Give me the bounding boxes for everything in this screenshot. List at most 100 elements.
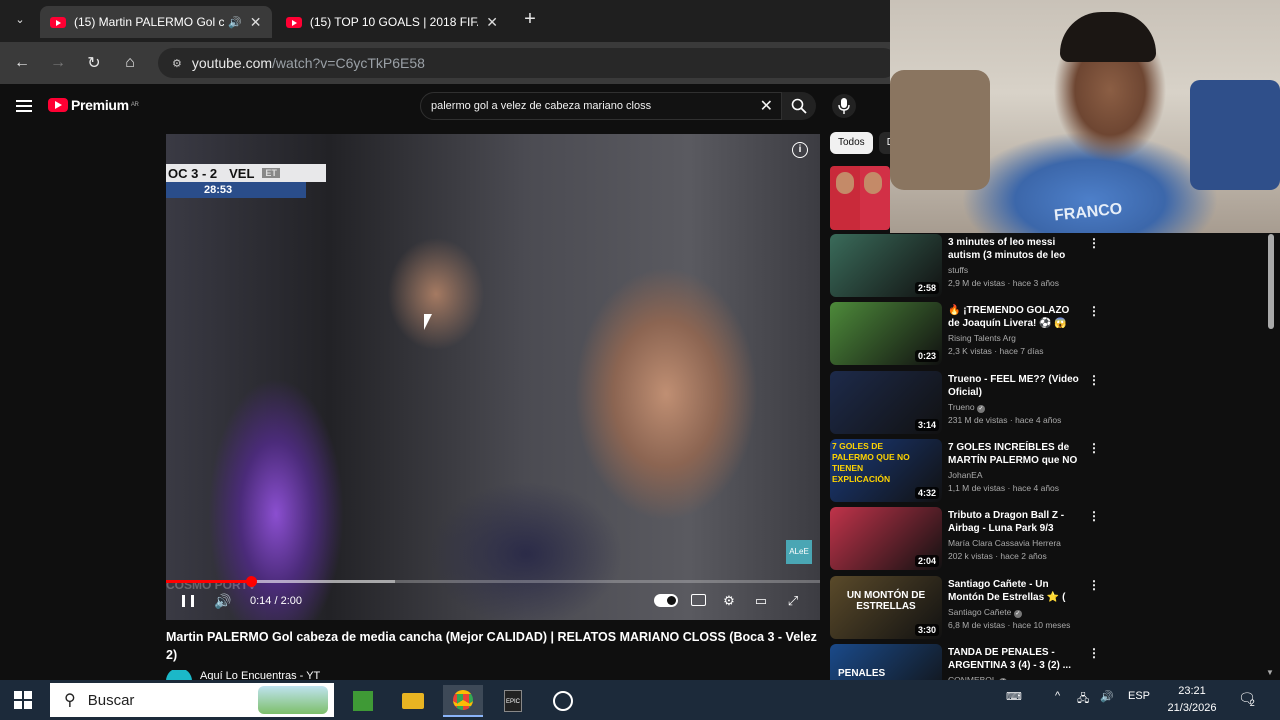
more-options-icon[interactable]: ⋮ (1088, 304, 1100, 318)
new-tab-button[interactable]: + (516, 6, 544, 32)
info-icon[interactable]: i (792, 142, 808, 158)
search-icon (791, 98, 807, 114)
channel-label: Rising Talents Arg (948, 333, 1016, 343)
scroll-down-arrow-icon[interactable]: ▼ (1266, 668, 1274, 677)
volume-button[interactable]: 🔊 (214, 592, 231, 610)
search-button[interactable] (782, 92, 816, 120)
pause-button[interactable] (182, 592, 194, 610)
progress-bar[interactable] (166, 576, 820, 587)
file-explorer-icon[interactable] (393, 685, 433, 717)
taskbar-search-input[interactable]: ⚲ Buscar (50, 683, 334, 717)
recommendation-channel[interactable]: María Clara Cassavia Herrera (948, 538, 1061, 548)
team-right: VEL (229, 165, 255, 181)
recommendation-thumbnail[interactable]: UN MONTÓN DE ESTRELLAS 3:30 (830, 576, 942, 639)
taskbar-clock[interactable]: 23:21 21/3/2026 (1166, 683, 1218, 717)
recommendation-title[interactable]: TANDA DE PENALES - ARGENTINA 3 (4) - 3 (… (948, 646, 1080, 672)
thumb-face (836, 172, 854, 194)
channel-label: Santiago Cañete (948, 607, 1012, 617)
background-sofa (1190, 80, 1280, 190)
windows-start-icon[interactable] (14, 691, 32, 709)
extra-time-badge: ET (262, 168, 280, 178)
tray-expand-icon[interactable]: ^ (1055, 690, 1060, 702)
notifications-icon[interactable]: 🗨2 (1238, 690, 1261, 708)
autoplay-toggle[interactable] (654, 594, 678, 607)
recommendation-thumbnail[interactable]: 3:14 (830, 371, 942, 434)
language-indicator[interactable]: ESP (1128, 690, 1150, 702)
tab-inactive[interactable]: (15) TOP 10 GOALS | 2018 FIFA ✕ (276, 6, 508, 38)
channel-watermark[interactable]: ALeE (786, 540, 812, 564)
recommendation-thumbnail[interactable]: 2:04 (830, 507, 942, 570)
tab-search-chevron-icon[interactable]: ⌄ (6, 6, 34, 32)
recommendation-item[interactable]: UN MONTÓN DE ESTRELLAS 3:30 Santiago Cañet… (830, 576, 1250, 640)
more-options-icon[interactable]: ⋮ (1088, 509, 1100, 523)
more-options-icon[interactable]: ⋮ (1088, 578, 1100, 592)
chip-todos[interactable]: Todos (830, 132, 873, 154)
recommendation-item[interactable]: 0:23 🔥 ¡TREMENDO GOLAZO de Joaquín Livera… (830, 302, 1250, 366)
close-tab-icon[interactable]: ✕ (486, 14, 498, 31)
clock-time: 23:21 (1178, 685, 1206, 697)
subtitles-icon[interactable] (691, 594, 706, 606)
taskbar-search-placeholder: Buscar (87, 691, 135, 709)
recommendation-item[interactable]: 7 GOLES DE PALERMO QUE NO TIENEN EXPLICA… (830, 439, 1250, 503)
recommendation-title[interactable]: Tributo a Dragon Ball Z - Airbag - Luna … (948, 509, 1080, 535)
steam-app-icon[interactable] (543, 685, 583, 717)
settings-gear-icon[interactable]: ⚙ (720, 592, 738, 610)
address-domain: youtube.com (191, 55, 273, 71)
hamburger-menu-icon[interactable] (16, 100, 32, 112)
recommendation-thumbnail[interactable]: 7 GOLES DE PALERMO QUE NO TIENEN EXPLICA… (830, 439, 942, 502)
recommendation-title[interactable]: 🔥 ¡TREMENDO GOLAZO de Joaquín Livera! ⚽ … (948, 304, 1080, 330)
back-arrow-icon[interactable]: ← (8, 50, 36, 76)
progress-scrubber[interactable] (246, 576, 258, 587)
recommendation-channel[interactable]: JohanEA (948, 470, 983, 480)
fullscreen-icon[interactable]: ⤢ (784, 592, 802, 610)
keyboard-icon[interactable]: ⌨ (1006, 690, 1022, 703)
channel-label: stuffs (948, 265, 969, 275)
region-label: AR (130, 102, 139, 108)
recommendation-channel[interactable]: Trueno ✓ (948, 402, 985, 413)
epic-games-icon[interactable]: EPIC (493, 685, 533, 717)
video-frame (166, 134, 820, 620)
clear-search-icon[interactable]: ✕ (760, 96, 773, 116)
recommendation-thumbnail[interactable]: 0:23 (830, 302, 942, 365)
address-bar[interactable]: ⚙ youtube.com /watch?v=C6ycTkP6E58 (158, 48, 898, 78)
more-options-icon[interactable]: ⋮ (1088, 236, 1100, 250)
recommendation-title[interactable]: Santiago Cañete - Un Montón De Estrellas… (948, 578, 1080, 604)
chrome-app-icon[interactable] (443, 685, 483, 717)
more-options-icon[interactable]: ⋮ (1088, 646, 1100, 660)
recommendation-thumbnail[interactable]: 2:58 (830, 234, 942, 297)
microphone-icon (838, 98, 850, 114)
speaker-icon[interactable]: 🔊 (228, 16, 242, 29)
scrollbar-thumb[interactable] (1268, 234, 1274, 329)
forward-arrow-icon[interactable]: → (44, 50, 72, 76)
search-query: palermo gol a velez de cabeza mariano cl… (431, 100, 652, 112)
recommendation-title[interactable]: 7 GOLES INCREÍBLES de MARTÍN PALERMO que… (948, 441, 1080, 467)
recommendation-channel[interactable]: Rising Talents Arg (948, 333, 1016, 343)
youtube-premium-logo[interactable]: Premium AR (48, 97, 139, 113)
voice-search-button[interactable] (832, 94, 856, 118)
search-input[interactable]: palermo gol a velez de cabeza mariano cl… (420, 92, 782, 120)
theater-mode-icon[interactable]: ▭ (752, 592, 770, 610)
video-player[interactable]: OC 3 - 2 VEL ET 28:53 i COSMO PORTV ALeE… (166, 134, 820, 620)
site-info-icon[interactable]: ⚙ (172, 57, 182, 70)
sidebar-scrollbar[interactable] (1267, 234, 1275, 670)
recommendation-channel[interactable]: Santiago Cañete ✓ (948, 607, 1022, 618)
time-display: 0:14 / 2:00 (250, 595, 302, 607)
recommendation-item[interactable]: 2:04 Tributo a Dragon Ball Z - Airbag - L… (830, 507, 1250, 571)
volume-tray-icon[interactable]: 🔊 (1100, 690, 1114, 703)
more-options-icon[interactable]: ⋮ (1088, 441, 1100, 455)
more-options-icon[interactable]: ⋮ (1088, 373, 1100, 387)
tab-active[interactable]: (15) Martin PALERMO Gol c 🔊 ✕ (40, 6, 272, 38)
reload-icon[interactable]: ↻ (80, 50, 108, 76)
recommendation-meta: 2,9 M de vistas · hace 3 años (948, 278, 1060, 288)
recommendation-title[interactable]: Trueno - FEEL ME?? (Video Oficial) (948, 373, 1080, 399)
recommendation-item[interactable]: 2:58 3 minutes of leo messi autism (3 min… (830, 234, 1250, 298)
network-icon[interactable]: 🖧 (1077, 690, 1089, 709)
minecraft-app-icon[interactable] (343, 685, 383, 717)
home-icon[interactable]: ⌂ (116, 50, 144, 76)
recommendation-channel[interactable]: stuffs (948, 265, 968, 275)
close-tab-icon[interactable]: ✕ (250, 14, 262, 31)
recommendation-title[interactable]: 3 minutes of leo messi autism (3 minutos… (948, 236, 1080, 262)
youtube-favicon-icon (50, 16, 66, 28)
short-thumbnail[interactable] (830, 166, 890, 230)
recommendation-item[interactable]: 3:14 Trueno - FEEL ME?? (Video Oficial) Tr… (830, 371, 1250, 435)
